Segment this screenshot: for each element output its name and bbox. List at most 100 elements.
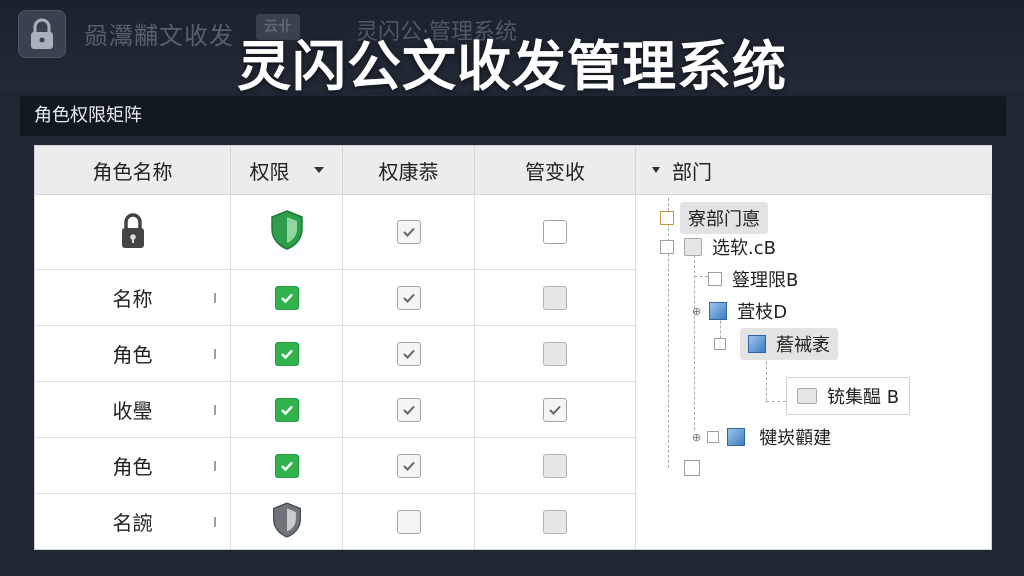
table-row-cell-col3 [343, 326, 475, 382]
table-row-cell-col3 [343, 438, 475, 494]
tree-node[interactable]: 寮部门悳 [660, 202, 768, 234]
table-row-cell-col3 [343, 270, 475, 326]
tree-node[interactable] [684, 460, 700, 476]
folder-icon [684, 238, 702, 256]
table-row-cell-col4 [475, 382, 636, 438]
column-header-label: 角色名称 [92, 159, 173, 184]
checkbox-checked[interactable] [274, 341, 299, 366]
role-name: 名䛷 [112, 511, 153, 535]
role-name: 名称 [112, 287, 153, 311]
checkbox-unchecked[interactable] [543, 220, 567, 244]
row-divider-tick [214, 460, 216, 471]
role-name: 角色 [112, 343, 153, 367]
role-permission-matrix: 角色名称 权限 权康菾 管变收 名称 角色 收璺 角色 名䛷 部门 寮部门悳 选… [34, 145, 992, 550]
tree-node[interactable]: ⊕ 犍崁顴建 [692, 424, 831, 450]
table-row-cell-permission [231, 326, 343, 382]
tree-checkbox[interactable] [714, 338, 726, 350]
table-row-cell-role [35, 195, 231, 270]
tree-checkbox[interactable] [684, 460, 700, 476]
checkbox-checked[interactable] [543, 397, 567, 422]
title-bar: 赑灊黼文收发 云卝 灵闪公·管理系统 灵闪公文收发管理系统 [0, 0, 1024, 98]
tree-node-label: 选软.cB [712, 238, 776, 259]
tree-node-label: 薝祴袤 [776, 335, 830, 356]
checkbox-checked[interactable] [274, 397, 299, 422]
table-row-cell-role: 名称 [35, 270, 231, 326]
tree-checkbox[interactable] [660, 211, 674, 225]
tree-node-label: 铳集醖 B [827, 387, 900, 408]
tree-node[interactable]: ⊕ 萓枝D [692, 298, 787, 324]
role-name: 收璺 [112, 399, 153, 423]
table-row-cell-permission [231, 195, 343, 270]
table-row-cell-col4 [475, 326, 636, 382]
checkbox-indeterminate[interactable] [543, 341, 567, 366]
chevron-down-icon[interactable] [652, 167, 660, 173]
folder-icon [748, 335, 766, 353]
folder-icon [709, 302, 728, 320]
checkbox-checked[interactable] [396, 397, 421, 422]
role-name: 角色 [112, 455, 153, 479]
column-header-role-name[interactable]: 角色名称 [35, 146, 231, 195]
tree-node-label: 萓枝D [737, 302, 788, 323]
tree-connector [694, 276, 708, 277]
department-tree: 部门 寮部门悳 选软.cB 簦理限B ⊕ 萓枝D 薝祴袤 铳集醖 B ⊕ 犍崁顴… [636, 146, 992, 549]
column-header-label: 权限 [249, 159, 290, 184]
tree-node[interactable]: 簦理限B [708, 266, 798, 292]
checkbox-unchecked[interactable] [396, 509, 421, 534]
table-row-cell-role: 名䛷 [35, 494, 231, 549]
tree-checkbox[interactable] [708, 272, 722, 286]
tree-header-label: 部门 [672, 159, 712, 184]
table-row-cell-role: 角色 [35, 438, 231, 494]
tree-node-label: 簦理限B [732, 270, 799, 291]
app-title: 灵闪公文收发管理系统 [237, 35, 787, 98]
section-title: 角色权限矩阵 [20, 96, 1006, 136]
tree-node[interactable]: 选软.cB [660, 234, 776, 260]
checkbox-indeterminate[interactable] [543, 285, 567, 310]
lock-icon [117, 210, 149, 254]
table-row-cell-permission [231, 270, 343, 326]
table-row-cell-col4 [475, 270, 636, 326]
column-header-permission[interactable]: 权限 [231, 146, 343, 195]
table-row-cell-col4 [475, 438, 636, 494]
table-row-cell-role: 角色 [35, 326, 231, 382]
shield-icon[interactable] [271, 501, 303, 543]
tree-node-selected[interactable]: 薝祴袤 [714, 328, 838, 360]
expand-icon[interactable]: ⊕ [692, 431, 701, 444]
tree-node-highlight: 薝祴袤 [740, 328, 838, 360]
checkbox-indeterminate[interactable] [543, 453, 567, 478]
row-divider-tick [214, 348, 216, 359]
table-row-cell-col4 [475, 494, 636, 549]
checkbox-checked[interactable] [396, 453, 421, 478]
table-row-cell-col3 [343, 494, 475, 549]
checkbox-checked[interactable] [396, 220, 421, 244]
tree-checkbox[interactable] [707, 431, 720, 443]
checkbox-checked[interactable] [274, 285, 299, 310]
table-row-cell-role: 收璺 [35, 382, 231, 438]
tree-node[interactable]: 铳集醖 B [786, 377, 911, 415]
table-row-cell-permission [231, 438, 343, 494]
column-header-label: 权康菾 [378, 159, 439, 184]
row-divider-tick [214, 292, 216, 303]
row-divider-tick [214, 516, 216, 527]
tree-checkbox[interactable] [660, 240, 674, 254]
checkbox-checked[interactable] [274, 453, 299, 478]
expand-icon[interactable]: ⊕ [692, 305, 701, 318]
tree-node-label: 寮部门悳 [680, 202, 768, 234]
tree-node-label: 犍崁顴建 [759, 428, 832, 449]
table-row-cell-col3 [343, 382, 475, 438]
folder-icon [797, 388, 817, 404]
table-row-cell-permission [231, 382, 343, 438]
table-row-cell-col4 [475, 195, 636, 270]
column-header-label: 管变收 [525, 159, 585, 184]
table-row-cell-permission [231, 494, 343, 549]
checkbox-checked[interactable] [396, 341, 421, 366]
checkbox-indeterminate[interactable] [543, 509, 567, 534]
tree-header[interactable]: 部门 [636, 146, 992, 195]
table-row-cell-col3 [343, 195, 475, 270]
folder-icon [727, 428, 746, 446]
column-header-3[interactable]: 权康菾 [343, 146, 475, 195]
checkbox-checked[interactable] [396, 285, 421, 310]
chevron-down-icon[interactable] [313, 167, 324, 173]
column-header-4[interactable]: 管变收 [475, 146, 636, 195]
shield-icon[interactable] [269, 209, 305, 255]
tree-connector [766, 401, 786, 402]
